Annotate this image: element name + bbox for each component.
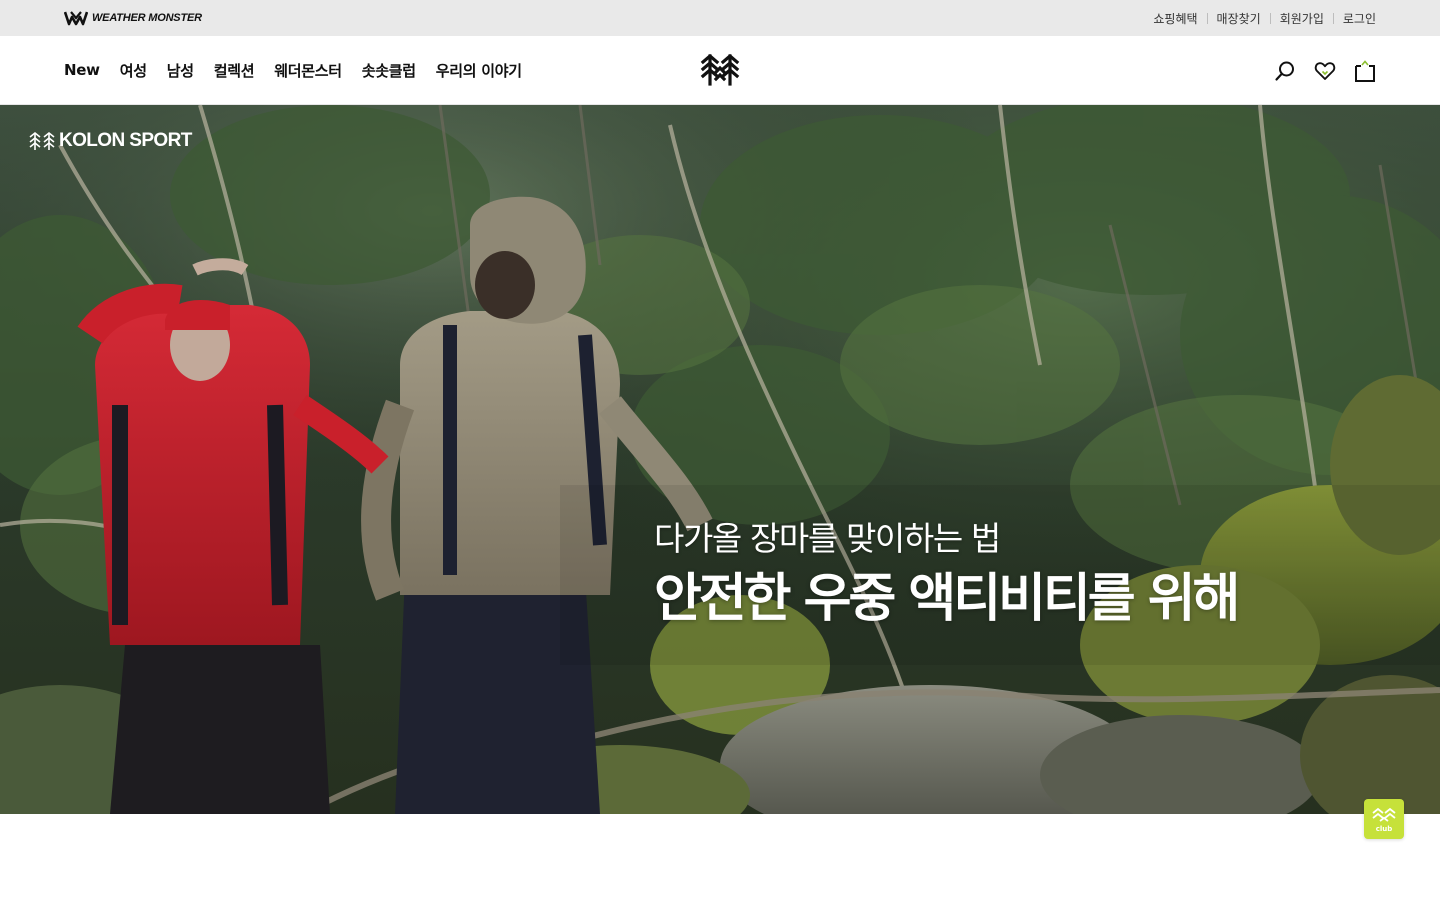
search-icon[interactable] (1274, 60, 1296, 82)
kolon-sport-brand-logo: KOLON SPORT (29, 130, 192, 152)
weather-monster-text: WEATHER MONSTER (92, 12, 202, 24)
weather-monster-icon (64, 11, 88, 26)
kolon-tree-small-icon (29, 131, 55, 150)
hero-title: 안전한 우중 액티비티를 위해 (654, 569, 1240, 629)
utility-links: 쇼핑혜택 매장찾기 회원가입 로그인 (1153, 0, 1376, 36)
divider (1269, 12, 1271, 24)
util-link-login[interactable]: 로그인 (1343, 10, 1376, 27)
util-link-store-finder[interactable]: 매장찾기 (1217, 10, 1261, 27)
nav-item-men[interactable]: 남성 (167, 60, 194, 81)
kolon-tree-logo-icon (700, 53, 740, 86)
divider (1206, 12, 1208, 24)
main-header: New 여성 남성 컬렉션 웨더몬스터 솟솟클럽 우리의 이야기 (0, 36, 1440, 105)
heart-icon[interactable] (1314, 60, 1336, 82)
kolon-sport-logo[interactable] (700, 53, 740, 87)
weather-monster-logo[interactable]: WEATHER MONSTER (64, 8, 202, 28)
divider (1332, 12, 1334, 24)
hero-subtitle: 다가올 장마를 맞이하는 법 (654, 519, 1001, 558)
main-navigation: New 여성 남성 컬렉션 웨더몬스터 솟솟클럽 우리의 이야기 (64, 36, 522, 104)
club-floating-button[interactable]: club (1364, 799, 1404, 839)
kolon-sport-text: KOLON SPORT (59, 130, 192, 151)
nav-item-new[interactable]: New (64, 61, 100, 79)
nav-item-collection[interactable]: 컬렉션 (214, 60, 255, 81)
cart-icon[interactable] (1354, 60, 1376, 82)
top-utility-bar: WEATHER MONSTER 쇼핑혜택 매장찾기 회원가입 로그인 (0, 0, 1440, 36)
nav-item-our-story[interactable]: 우리의 이야기 (436, 60, 522, 81)
nav-item-weather-monster[interactable]: 웨더몬스터 (274, 60, 342, 81)
hero-forest-photo (0, 105, 1440, 814)
util-link-signup[interactable]: 회원가입 (1280, 10, 1324, 27)
nav-item-sotsot-club[interactable]: 솟솟클럽 (362, 60, 416, 81)
hero-copy: 다가올 장마를 맞이하는 법 안전한 우중 액티비티를 위해 (654, 517, 1240, 633)
club-label: club (1375, 824, 1393, 833)
header-icon-group (1274, 56, 1376, 86)
util-link-benefits[interactable]: 쇼핑혜택 (1153, 10, 1197, 27)
hero-banner[interactable]: KOLON SPORT 다가올 장마를 맞이하는 법 안전한 우중 액티비티를 … (0, 105, 1440, 814)
nav-item-women[interactable]: 여성 (120, 60, 147, 81)
club-tree-icon (1372, 807, 1396, 822)
